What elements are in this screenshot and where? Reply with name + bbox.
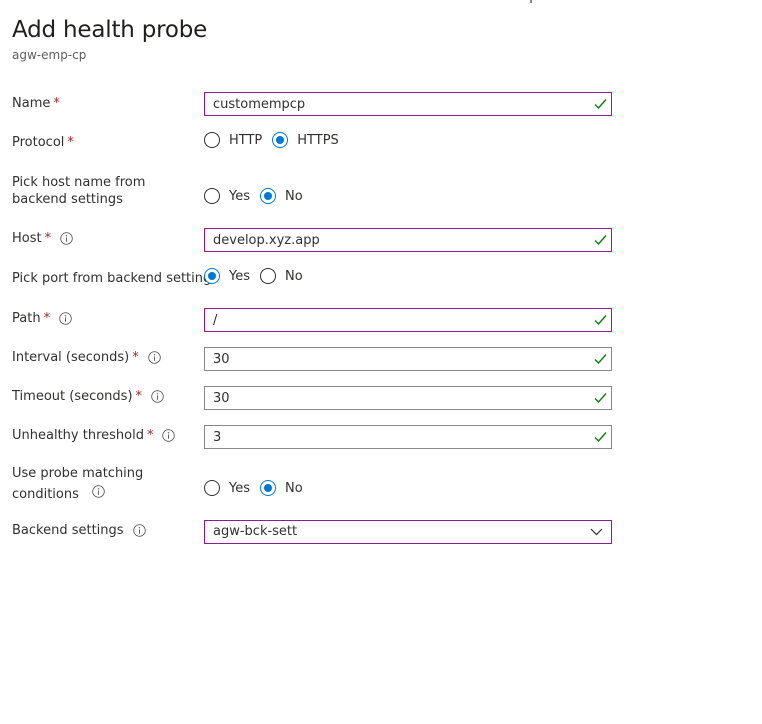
matching-radio-group: Yes No	[204, 480, 313, 496]
radio-circle[interactable]	[204, 132, 220, 148]
path-row: Path *	[12, 308, 622, 338]
pick-host-no-radio[interactable]: No	[260, 188, 303, 204]
pick-port-label: Pick port from backend settings	[12, 271, 219, 286]
host-field[interactable]	[204, 228, 612, 252]
page-title: Add health probe	[12, 17, 208, 43]
interval-row: Interval (seconds) *	[12, 347, 622, 377]
protocol-http-radio[interactable]: HTTP	[204, 132, 262, 148]
info-icon[interactable]	[151, 390, 164, 403]
radio-circle[interactable]	[204, 188, 220, 204]
pick-port-no-radio[interactable]: No	[260, 268, 303, 284]
page-subtitle: agw-emp-cp	[12, 48, 87, 62]
interval-field[interactable]	[204, 347, 612, 371]
name-label: Name *	[12, 96, 60, 111]
pick-host-label: Pick host name from backend settings	[12, 175, 146, 207]
unhealthy-threshold-row: Unhealthy threshold *	[12, 425, 622, 455]
checkmark-icon	[594, 235, 607, 246]
radio-circle-selected[interactable]	[260, 480, 276, 496]
protocol-row: Protocol * HTTP HTTPS	[12, 131, 622, 161]
host-label: Host *	[12, 230, 73, 247]
host-input[interactable]	[205, 230, 583, 252]
required-marker: *	[53, 96, 60, 111]
info-icon[interactable]	[162, 429, 176, 442]
matching-label: Use probe matching conditions	[12, 466, 144, 502]
unhealthy-threshold-label: Unhealthy threshold *	[12, 427, 176, 444]
path-label: Path *	[12, 310, 72, 327]
interval-input[interactable]	[205, 349, 583, 371]
info-icon[interactable]	[147, 351, 161, 364]
radio-circle-selected[interactable]	[260, 188, 276, 204]
protocol-https-radio[interactable]: HTTPS	[272, 132, 339, 148]
protocol-label: Protocol *	[12, 135, 74, 150]
required-marker: *	[43, 311, 51, 326]
matching-yes-radio[interactable]: Yes	[204, 480, 250, 496]
checkmark-icon	[594, 315, 607, 326]
info-icon[interactable]	[60, 232, 73, 245]
backend-settings-row: Backend settings agw-bck-sett	[12, 520, 622, 550]
decorative-dot	[530, 0, 532, 3]
radio-circle[interactable]	[260, 268, 276, 284]
name-row: Name *	[12, 92, 622, 122]
pick-host-yes-radio[interactable]: Yes	[204, 188, 250, 204]
checkmark-icon	[594, 393, 607, 404]
timeout-label: Timeout (seconds) *	[12, 388, 164, 405]
matching-no-radio[interactable]: No	[260, 480, 303, 496]
path-field[interactable]	[204, 308, 612, 332]
backend-settings-label: Backend settings	[12, 522, 146, 539]
pick-port-radio-group: Yes No	[204, 268, 313, 284]
timeout-row: Timeout (seconds) *	[12, 386, 622, 416]
radio-circle[interactable]	[204, 480, 220, 496]
required-marker: *	[135, 389, 143, 404]
radio-circle-selected[interactable]	[204, 268, 220, 284]
info-icon[interactable]	[132, 524, 146, 537]
name-field[interactable]	[204, 92, 612, 116]
path-input[interactable]	[205, 310, 583, 332]
info-icon[interactable]	[92, 485, 105, 498]
required-marker: *	[67, 135, 74, 150]
interval-label: Interval (seconds) *	[12, 349, 161, 366]
timeout-field[interactable]	[204, 386, 612, 410]
host-row: Host *	[12, 228, 622, 258]
backend-settings-dropdown[interactable]: agw-bck-sett	[204, 520, 612, 544]
protocol-radio-group: HTTP HTTPS	[204, 132, 349, 148]
radio-circle-selected[interactable]	[272, 132, 289, 148]
checkmark-icon	[594, 432, 607, 443]
unhealthy-threshold-field[interactable]	[204, 425, 612, 449]
backend-settings-selected-value: agw-bck-sett	[213, 524, 298, 539]
info-icon[interactable]	[59, 312, 72, 325]
matching-row: Use probe matching conditions Yes No	[12, 465, 622, 502]
checkmark-icon	[594, 354, 607, 365]
pick-host-row: Pick host name from backend settings Yes…	[12, 174, 622, 210]
required-marker: *	[132, 350, 139, 365]
pick-port-row: Pick port from backend settings Yes No	[12, 266, 622, 296]
pick-port-yes-radio[interactable]: Yes	[204, 268, 250, 284]
pick-host-radio-group: Yes No	[204, 188, 313, 204]
required-marker: *	[146, 428, 154, 443]
required-marker: *	[44, 231, 52, 246]
checkmark-icon	[594, 99, 607, 110]
timeout-input[interactable]	[205, 388, 583, 410]
chevron-down-icon[interactable]	[590, 528, 603, 536]
name-input[interactable]	[205, 94, 583, 116]
unhealthy-threshold-input[interactable]	[205, 427, 583, 449]
